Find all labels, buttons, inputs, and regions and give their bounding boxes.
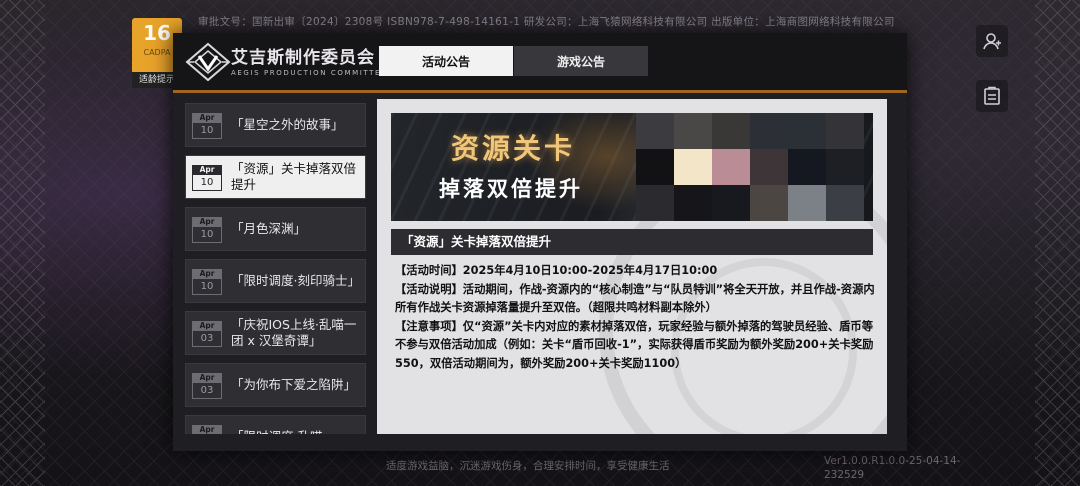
date-month: Apr bbox=[192, 165, 222, 175]
tab-event-announcements[interactable]: 活动公告 bbox=[379, 46, 513, 76]
date-month: Apr bbox=[192, 373, 222, 383]
date-day: 03 bbox=[192, 383, 222, 399]
announcement-title: 「限时调度·刻印骑士」 bbox=[231, 273, 360, 288]
date-badge: Apr 10 bbox=[192, 269, 222, 295]
brand-english: AEGIS PRODUCTION COMMITTEE bbox=[231, 69, 388, 77]
event-banner: 资源关卡 掉落双倍提升 bbox=[391, 113, 873, 221]
date-badge: Apr 10 bbox=[192, 217, 222, 243]
announcement-body: 【活动时间】2025年4月10日10:00-2025年4月17日10:00 【活… bbox=[395, 262, 875, 373]
right-edge-pattern bbox=[1035, 0, 1080, 486]
blurred-character-art bbox=[636, 113, 873, 221]
user-icon bbox=[983, 33, 1001, 50]
event-description-paragraph: 【活动说明】活动期间，作战-资源内的“核心制造”与“队员特训”将全天开放，并且作… bbox=[395, 282, 875, 315]
account-button[interactable] bbox=[976, 25, 1008, 57]
date-badge: Apr 03 bbox=[192, 321, 222, 347]
date-month: Apr bbox=[192, 269, 222, 279]
notice-board-button[interactable] bbox=[976, 80, 1008, 112]
announcement-item[interactable]: Apr 03 「为你布下爱之陷阱」 bbox=[185, 363, 366, 407]
date-day: 10 bbox=[192, 123, 222, 139]
announcement-item-selected[interactable]: Apr 10 「资源」关卡掉落双倍提升 bbox=[185, 155, 366, 199]
banner-title: 资源关卡 bbox=[451, 132, 576, 165]
announcement-item[interactable]: Apr 10 「限时调度·刻印骑士」 bbox=[185, 259, 366, 303]
date-day: 10 bbox=[192, 175, 222, 191]
date-badge: Apr 10 bbox=[192, 165, 222, 191]
announcement-panel: 艾吉斯制作委员会 AEGIS PRODUCTION COMMITTEE 活动公告… bbox=[173, 33, 907, 451]
tab-game-announcements[interactable]: 游戏公告 bbox=[514, 46, 648, 76]
date-day: 03 bbox=[192, 331, 222, 347]
date-badge: Apr bbox=[192, 425, 222, 434]
date-month: Apr bbox=[192, 217, 222, 227]
announcement-item[interactable]: Apr 03 「庆祝IOS上线·乱喵一团 x 汉堡奇谭」 bbox=[185, 311, 366, 355]
version-label: Ver1.0.0.R1.0.0-25-04-14-232529 bbox=[824, 455, 961, 481]
announcement-list[interactable]: Apr 10 「星空之外的故事」 Apr 10 「资源」关卡掉落双倍提升 Apr 10… bbox=[185, 99, 366, 434]
banner-subtitle: 掉落双倍提升 bbox=[439, 176, 583, 201]
announcement-title: 「限时调度·乱喵一 bbox=[231, 416, 361, 434]
announcement-item[interactable]: Apr 「限时调度·乱喵一 bbox=[185, 415, 366, 434]
announcement-title: 「月色深渊」 bbox=[231, 221, 307, 236]
header-accent-line bbox=[173, 90, 907, 93]
announcement-item[interactable]: Apr 10 「星空之外的故事」 bbox=[185, 103, 366, 147]
date-month: Apr bbox=[192, 113, 222, 123]
clipboard-icon bbox=[984, 86, 1000, 105]
left-edge-pattern bbox=[0, 0, 45, 486]
health-notice: 适度游戏益脑，沉迷游戏伤身，合理安排时间，享受健康生活 bbox=[386, 460, 670, 472]
announcement-title: 「庆祝IOS上线·乱喵一团 x 汉堡奇谭」 bbox=[231, 317, 357, 348]
date-badge: Apr 03 bbox=[192, 373, 222, 399]
date-month: Apr bbox=[192, 321, 222, 331]
announcement-title: 「资源」关卡掉落双倍提升 bbox=[231, 161, 357, 192]
brand-name: 艾吉斯制作委员会 bbox=[231, 48, 375, 68]
announcement-title: 「星空之外的故事」 bbox=[231, 117, 344, 132]
announcement-heading: 「资源」关卡掉落双倍提升 bbox=[391, 229, 873, 255]
date-badge: Apr 10 bbox=[192, 113, 222, 139]
date-day: 10 bbox=[192, 227, 222, 243]
date-day: 10 bbox=[192, 279, 222, 295]
panel-header: 艾吉斯制作委员会 AEGIS PRODUCTION COMMITTEE 活动公告… bbox=[173, 33, 907, 90]
announcement-detail[interactable]: 资源关卡 掉落双倍提升 「资源」关卡掉落双倍提升 【活动时间】2025年4月10… bbox=[377, 99, 887, 434]
event-time-paragraph: 【活动时间】2025年4月10日10:00-2025年4月17日10:00 bbox=[395, 264, 718, 277]
announcement-item[interactable]: Apr 10 「月色深渊」 bbox=[185, 207, 366, 251]
publication-info: 审批文号：国新出审〔2024〕2308号 ISBN978-7-498-14161… bbox=[198, 16, 895, 28]
announcement-title: 「为你布下爱之陷阱」 bbox=[231, 377, 357, 392]
event-notes-paragraph: 【注意事项】仅“资源”关卡内对应的素材掉落双倍，玩家经验与额外掉落的驾驶员经验、… bbox=[395, 319, 874, 370]
date-month: Apr bbox=[192, 425, 222, 434]
aegis-logo-icon bbox=[185, 42, 231, 82]
